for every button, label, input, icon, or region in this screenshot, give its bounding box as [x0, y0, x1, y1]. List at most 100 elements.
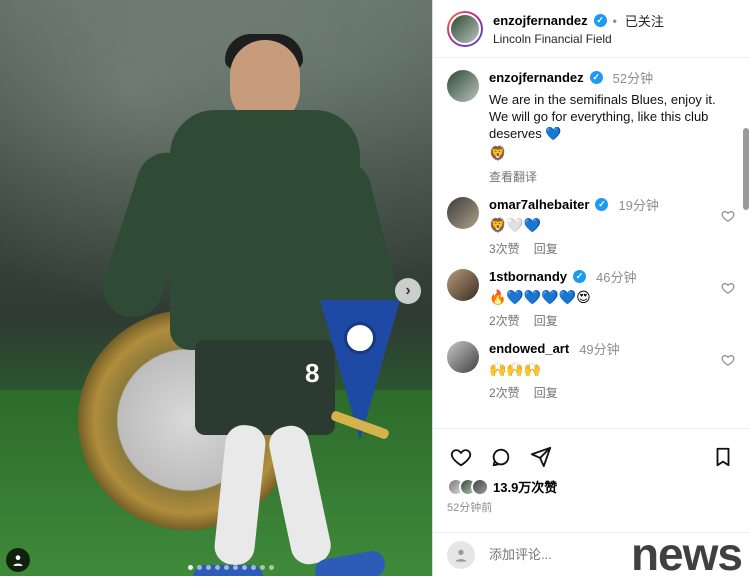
- caption-username[interactable]: enzojfernandez: [489, 70, 584, 85]
- comment-time: 46分钟: [596, 270, 637, 285]
- carousel-dot: [251, 564, 256, 570]
- comment-username[interactable]: 1stbornandy: [489, 269, 567, 284]
- comment-body: omar7alhebaiter ✓ 19分钟 🦁🤍💙 3次赞 回复: [489, 195, 729, 257]
- heart-icon-svg: [450, 449, 472, 467]
- header-separator: •: [612, 13, 617, 28]
- caption-header: enzojfernandez ✓ 52分钟: [489, 68, 729, 87]
- carousel-dot: [215, 564, 220, 570]
- comment-item: endowed_art 49分钟 🙌🙌🙌 2次赞 回复: [433, 329, 750, 401]
- comment-username[interactable]: endowed_art: [489, 341, 569, 356]
- carousel-dot: [197, 564, 202, 570]
- comment-like-count[interactable]: 2次赞: [489, 384, 520, 401]
- comment-reply-button[interactable]: 回复: [534, 240, 558, 257]
- carousel-dot: [269, 564, 274, 570]
- comment-actions: 3次赞 回复: [489, 240, 729, 257]
- heart-icon[interactable]: [721, 353, 735, 367]
- comment-item: omar7alhebaiter ✓ 19分钟 🦁🤍💙 3次赞 回复: [433, 185, 750, 257]
- comment-avatar[interactable]: [447, 341, 479, 373]
- carousel-dot: [242, 564, 247, 570]
- chevron-right-icon[interactable]: ›: [395, 278, 421, 304]
- verified-badge-icon: ✓: [573, 270, 587, 283]
- player-sock-left: [212, 423, 268, 567]
- author-avatar[interactable]: [447, 10, 483, 47]
- post-location[interactable]: Lincoln Financial Field: [493, 32, 664, 46]
- instagram-post-view: 8 › enzojfernandez ✓ • 已关注 Lincoln Finan…: [0, 0, 750, 580]
- send-icon[interactable]: [527, 443, 555, 471]
- comment-text: 🔥💙💙💙💙😍: [489, 290, 591, 306]
- comment-actions: 2次赞 回复: [489, 384, 729, 401]
- comment-avatar[interactable]: [447, 197, 479, 229]
- comment-item: 1stbornandy ✓ 46分钟 🔥💙💙💙💙😍 2次赞 回复: [433, 257, 750, 329]
- comment-time: 19分钟: [618, 198, 659, 213]
- carousel-dot-active: [188, 564, 193, 570]
- comment-reply-button[interactable]: 回复: [534, 384, 558, 401]
- comment-reply-button[interactable]: 回复: [534, 312, 558, 329]
- add-comment-input[interactable]: [489, 547, 629, 562]
- heart-icon[interactable]: [721, 209, 735, 223]
- heart-icon-svg: [721, 283, 735, 294]
- like-avatar: [471, 477, 489, 496]
- comment-username[interactable]: omar7alhebaiter: [489, 197, 589, 212]
- post-header-text: enzojfernandez ✓ • 已关注 Lincoln Financial…: [493, 11, 664, 46]
- caption-text: We are in the semifinals Blues, enjoy it…: [489, 92, 716, 141]
- bookmark-icon[interactable]: [709, 443, 737, 471]
- carousel-dot: [224, 564, 229, 570]
- comment-header: omar7alhebaiter ✓ 19分钟: [489, 195, 729, 214]
- comment-actions: 2次赞 回复: [489, 312, 729, 329]
- comments-scroll[interactable]: enzojfernandez ✓ 52分钟 We are in the semi…: [433, 58, 750, 428]
- player-sock-right: [265, 422, 335, 568]
- comment-body: endowed_art 49分钟 🙌🙌🙌 2次赞 回复: [489, 339, 729, 401]
- carousel-dot: [260, 564, 265, 570]
- caption-actions: 查看翻译: [489, 168, 729, 185]
- caption-extra-emoji: 🦁: [489, 146, 507, 162]
- user-tag-icon[interactable]: [6, 548, 30, 572]
- heart-icon-svg: [721, 355, 735, 366]
- comment-body: 1stbornandy ✓ 46分钟 🔥💙💙💙💙😍 2次赞 回复: [489, 267, 729, 329]
- user-avatar-icon: [455, 549, 467, 562]
- verified-badge-icon: ✓: [589, 71, 603, 84]
- post-header: enzojfernandez ✓ • 已关注 Lincoln Financial…: [433, 0, 750, 58]
- post-header-line1: enzojfernandez ✓ • 已关注: [493, 11, 664, 30]
- caption-row: enzojfernandez ✓ 52分钟 We are in the semi…: [433, 58, 750, 185]
- comment-icon-svg: [492, 448, 510, 467]
- send-icon-svg: [530, 446, 552, 468]
- comment-text: 🦁🤍💙: [489, 218, 542, 234]
- watermark-text: news: [630, 528, 743, 580]
- pennant-badge: [344, 322, 376, 354]
- bookmark-icon-svg: [716, 447, 730, 467]
- comment-like-count[interactable]: 2次赞: [489, 312, 520, 329]
- comment-header: endowed_art 49分钟: [489, 339, 729, 358]
- post-age: 52分钟前: [447, 502, 493, 514]
- likes-count[interactable]: 13.9万次赞: [493, 477, 557, 496]
- caption-time: 52分钟: [612, 71, 654, 86]
- post-side-panel: enzojfernandez ✓ • 已关注 Lincoln Financial…: [432, 0, 750, 580]
- comment-like-count[interactable]: 3次赞: [489, 240, 520, 257]
- caption-avatar[interactable]: [447, 70, 479, 102]
- post-actions-bar: 13.9万次赞 52分钟前: [433, 428, 750, 532]
- see-translation-link[interactable]: 查看翻译: [489, 168, 537, 185]
- likes-row: 13.9万次赞: [447, 477, 557, 496]
- comment-header: 1stbornandy ✓ 46分钟: [489, 267, 729, 286]
- post-action-icons: [447, 443, 737, 471]
- heart-icon[interactable]: [721, 281, 735, 295]
- post-photo: 8 ›: [0, 0, 432, 576]
- user-tag-icon-svg: [13, 555, 23, 566]
- verified-badge-icon: ✓: [593, 14, 607, 27]
- author-avatar-image: [449, 12, 481, 45]
- author-username[interactable]: enzojfernandez: [493, 13, 588, 28]
- carousel-dots: [188, 563, 278, 571]
- comment-time: 49分钟: [579, 342, 620, 357]
- comment-avatar[interactable]: [447, 269, 479, 301]
- heart-icon-svg: [721, 211, 735, 222]
- carousel-dot: [206, 564, 211, 570]
- follow-status[interactable]: 已关注: [625, 11, 664, 30]
- player-figure: 8: [80, 34, 405, 576]
- shorts-number: 8: [305, 358, 320, 388]
- pennant: [320, 300, 400, 440]
- heart-icon[interactable]: [447, 443, 475, 471]
- caption-body: enzojfernandez ✓ 52分钟 We are in the semi…: [489, 68, 729, 185]
- carousel-dot: [233, 564, 238, 570]
- user-avatar[interactable]: [447, 540, 475, 569]
- comment-icon[interactable]: [487, 443, 515, 471]
- like-avatars[interactable]: [447, 477, 489, 496]
